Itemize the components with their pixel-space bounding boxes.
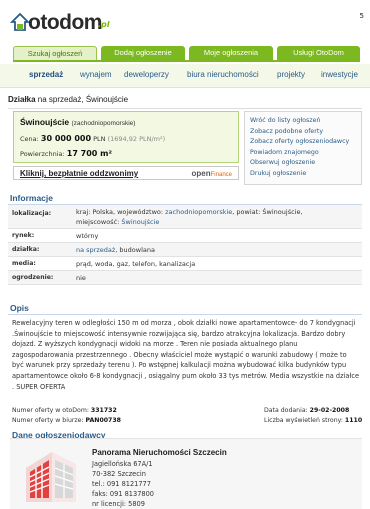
date-added: Data dodania: 29-02-2008 <box>264 407 350 414</box>
fence-value: nie <box>76 274 86 282</box>
opis-divider <box>8 314 362 315</box>
callback-banner[interactable]: Kliknij, bezpłatnie oddzwonimy openFinan… <box>13 166 239 180</box>
tab-bar-divider <box>13 60 360 62</box>
listing-region: (zachodniopomorskie) <box>71 120 136 127</box>
table-row: media: prąd, woda, gaz, telefon, kanaliz… <box>8 257 362 271</box>
house-logo-icon <box>10 12 30 31</box>
notify-friend-link[interactable]: Powiadom znajomego <box>250 148 356 159</box>
subnav-agencies[interactable]: biura nieruchomości <box>187 70 259 79</box>
for-sale-link[interactable]: na sprzedaż <box>76 246 115 254</box>
subnav-projects[interactable]: projekty <box>277 70 305 79</box>
tab-search-listings[interactable]: Szukaj ogłoszeń <box>13 46 97 61</box>
listing-actions: Wróć do listy ogłoszeń Zobacz podobne of… <box>244 111 362 185</box>
row-label: działka: <box>12 246 40 253</box>
advertiser-offers-link[interactable]: Zobacz oferty ogłoszeniodawcy <box>250 137 356 148</box>
broker-offer-number: Numer oferty w biurze: PAN00738 <box>12 417 121 424</box>
sub-navigation: sprzedaż wynajem deweloperzy biura nieru… <box>0 64 370 88</box>
row-label: media: <box>12 260 36 267</box>
region-link[interactable]: zachodniopomorskie <box>165 208 232 216</box>
utilities-value: prąd, woda, gaz, telefon, kanalizacja <box>76 260 196 268</box>
opis-heading: Opis <box>10 303 29 313</box>
market-value: wtórny <box>76 232 99 240</box>
watch-listing-link[interactable]: Obserwuj ogłoszenie <box>250 158 356 169</box>
tab-otodom-services[interactable]: Usługi OtoDom <box>277 46 360 60</box>
row-label: ogrodzenie: <box>12 274 54 281</box>
row-label: lokalizacja: <box>12 210 52 217</box>
row-label: rynek: <box>12 232 35 239</box>
view-count: Liczba wyświetleń strony: 1110 <box>264 417 363 424</box>
openfinance-logo: openFinance <box>191 169 232 178</box>
location-value: kraj: Polska, województwo: zachodniopomo… <box>76 208 303 226</box>
informacje-heading: Informacje <box>10 193 53 203</box>
summary-panel: Świnoujście (zachodniopomorskie) Cena: 3… <box>13 111 239 163</box>
agency-street: Jagiellońska 67A/1 <box>92 460 153 468</box>
subnav-sale[interactable]: sprzedaż <box>29 70 63 79</box>
subnav-developers[interactable]: deweloperzy <box>124 70 169 79</box>
agency-license: nr licencji: 5809 <box>92 500 145 508</box>
table-row: lokalizacja: kraj: Polska, województwo: … <box>8 205 362 229</box>
city-link[interactable]: Świnoujście <box>121 218 159 226</box>
tab-add-listing[interactable]: Dodaj ogłoszenie <box>101 46 185 60</box>
agency-phone: tel.: 091 8121777 <box>92 480 151 488</box>
logo-suffix: .pl <box>98 20 110 29</box>
offer-number: Numer oferty w otoDom: 331732 <box>12 407 117 414</box>
subnav-investments[interactable]: inwestycje <box>321 70 358 79</box>
plot-value: na sprzedaż, budowlana <box>76 246 155 254</box>
page-title: Działka na sprzedaż, Świnoujście <box>8 95 129 104</box>
logo-wordmark: otodom <box>28 11 102 34</box>
agency-name[interactable]: Panorama Nieruchomości Szczecin <box>92 448 227 457</box>
price-per-m2: (1694,92 PLN/m²) <box>107 135 166 143</box>
back-to-list-link[interactable]: Wróć do listy ogłoszeń <box>250 116 356 127</box>
table-row: rynek: wtórny <box>8 229 362 243</box>
main-tabs: Szukaj ogłoszeń Dodaj ogłoszenie Moje og… <box>13 46 360 61</box>
similar-offers-link[interactable]: Zobacz podobne oferty <box>250 127 356 138</box>
info-table: lokalizacja: kraj: Polska, województwo: … <box>8 205 362 285</box>
agency-city: 70-382 Szczecin <box>92 470 146 478</box>
agency-building-logo[interactable] <box>22 446 80 506</box>
agency-fax: faks: 091 8137800 <box>92 490 154 498</box>
subnav-rent[interactable]: wynajem <box>80 70 112 79</box>
tab-my-listings[interactable]: Moje ogłoszenia <box>189 46 273 60</box>
listing-city: Świnoujście (zachodniopomorskie) <box>20 117 136 127</box>
print-listing-link[interactable]: Drukuj ogłoszenie <box>250 169 356 180</box>
callback-link[interactable]: Kliknij, bezpłatnie oddzwonimy <box>20 169 138 178</box>
description-text: Rewelacyjny teren w odległości 150 m od … <box>12 319 360 391</box>
corner-number: 5 <box>359 12 364 20</box>
otodom-logo[interactable]: otodom .pl <box>10 10 120 34</box>
table-row: działka: na sprzedaż, budowlana <box>8 243 362 257</box>
table-row: ogrodzenie: nie <box>8 271 362 285</box>
title-divider <box>8 108 362 109</box>
listing-area: Powierzchnia: 17 700 m² <box>20 149 112 158</box>
listing-price: Cena: 30 000 000 PLN (1694,92 PLN/m²) <box>20 134 166 143</box>
